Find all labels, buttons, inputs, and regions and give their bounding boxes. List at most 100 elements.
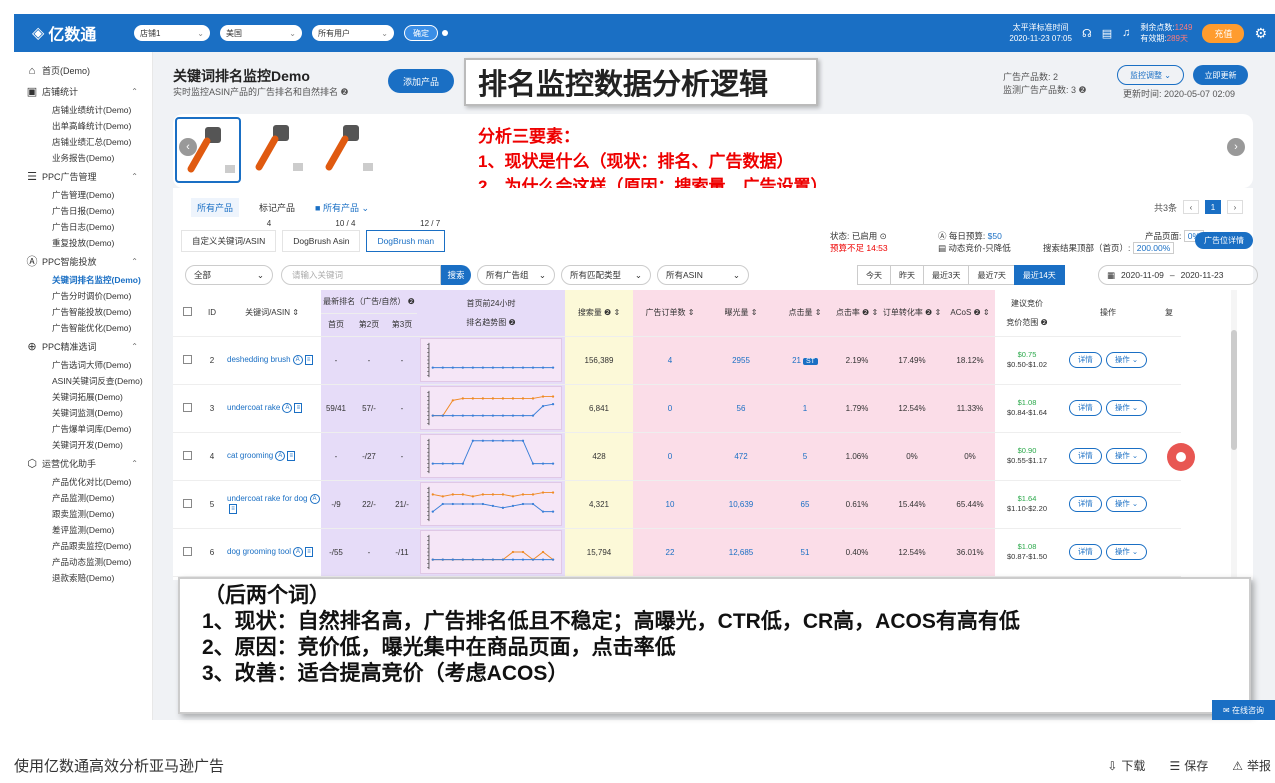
row-checkbox[interactable] — [182, 546, 192, 556]
sidebar-item[interactable]: 广告选词大师(Demo) — [14, 357, 152, 373]
keyword-link[interactable]: undercoat rake for dog — [227, 494, 308, 503]
ai-icon[interactable]: A — [293, 547, 304, 557]
tab-all-products[interactable]: 所有产品 — [191, 198, 240, 217]
sidebar-item[interactable]: 产品优化对比(Demo) — [14, 474, 152, 490]
detail-button[interactable]: 详情 — [1068, 544, 1102, 560]
sidebar-item[interactable]: 产品监测(Demo) — [14, 490, 152, 506]
country-select[interactable]: 美国 ⌄ — [220, 25, 302, 41]
table-row[interactable]: 4 cat grooming A ≡ - -/27-428 0 472 5 1.06% 0% 0% $0… — [173, 432, 1181, 481]
keyword-link[interactable]: undercoat rake — [227, 403, 280, 412]
sidebar-item[interactable]: 关键词开发(Demo) — [14, 437, 152, 453]
tab-marked-products[interactable]: 标记产品 — [259, 201, 295, 214]
row-checkbox[interactable] — [182, 354, 192, 364]
sidebar-group[interactable]: ⊕ PPC精准选词 ⌃ — [14, 336, 152, 357]
operation-button[interactable]: 操作 ⌄ — [1105, 544, 1148, 560]
placement-detail-button[interactable]: 广告位详情 — [1195, 232, 1253, 249]
match-type-select[interactable]: 所有匹配类型 ⌄ — [561, 265, 651, 285]
sidebar-item[interactable]: 跟卖监测(Demo) — [14, 506, 152, 522]
select-all-checkbox[interactable] — [182, 307, 192, 317]
save-button[interactable]: ☰ 保存 — [1169, 757, 1208, 774]
sidebar-item[interactable]: 产品动态监测(Demo) — [14, 554, 152, 570]
report-button[interactable]: ⚠ 举报 — [1232, 757, 1271, 774]
product-thumbnail[interactable] — [315, 117, 381, 183]
ai-icon[interactable]: A — [275, 451, 286, 461]
bell-icon[interactable]: ♫ — [1122, 27, 1130, 39]
keyword-link[interactable]: dog grooming tool — [227, 547, 291, 556]
gear-icon[interactable]: ⚙ — [1254, 25, 1267, 42]
sidebar-item[interactable]: 广告管理(Demo) — [14, 187, 152, 203]
sidebar-item[interactable]: ASIN关键词反查(Demo) — [14, 373, 152, 389]
ad-group-select[interactable]: 所有广告组 ⌄ — [477, 265, 555, 285]
keyword-tab[interactable]: 4 自定义关键词/ASIN — [181, 219, 277, 252]
sidebar-item[interactable]: 广告智能投放(Demo) — [14, 304, 152, 320]
sidebar-item[interactable]: 重复投放(Demo) — [14, 235, 152, 251]
operation-button[interactable]: 操作 ⌄ — [1105, 496, 1148, 512]
sidebar-item[interactable]: 广告智能优化(Demo) — [14, 320, 152, 336]
prev-page-button[interactable]: ‹ — [1183, 200, 1199, 214]
operation-button[interactable]: 操作 ⌄ — [1105, 400, 1148, 416]
table-row[interactable]: 5 undercoat rake for dog A≡ -/9 22/- 21/- 4,32… — [173, 480, 1181, 529]
table-row[interactable]: 2 deshedding brush A ≡ - - -156,389 4 2955 21 ST 2.… — [173, 336, 1181, 385]
asin-select[interactable]: 所有ASIN ⌄ — [657, 265, 749, 285]
add-product-button[interactable]: 添加产品 — [388, 69, 454, 93]
sidebar-item[interactable]: 差评监测(Demo) — [14, 522, 152, 538]
sidebar-item[interactable]: 出单高峰统计(Demo) — [14, 118, 152, 134]
update-now-button[interactable]: 立即更新 — [1193, 65, 1248, 85]
ai-icon[interactable]: A — [282, 403, 293, 413]
keyword-link[interactable]: cat grooming — [227, 451, 273, 460]
detail-button[interactable]: 详情 — [1068, 496, 1102, 512]
table-scrollbar[interactable] — [1231, 290, 1237, 580]
keyword-link[interactable]: deshedding brush — [227, 355, 291, 364]
product-thumbnail[interactable] — [245, 117, 311, 183]
sidebar-group[interactable]: ⬡ 运营优化助手 ⌃ — [14, 453, 152, 474]
ai-icon[interactable]: A — [309, 494, 320, 504]
sidebar-item[interactable]: 关键词拓展(Demo) — [14, 389, 152, 405]
table-row[interactable]: 3 undercoat rake A ≡ 59/41 57/- -6,841 0 56 1 1.79… — [173, 384, 1181, 433]
document-icon[interactable]: ≡ — [229, 504, 237, 514]
sidebar-item[interactable]: 广告爆单词库(Demo) — [14, 421, 152, 437]
sidebar-item[interactable]: 广告日志(Demo) — [14, 219, 152, 235]
date-quick-button[interactable]: 昨天 — [890, 265, 924, 285]
monitor-adjust-button[interactable]: 监控调整 ⌄ — [1117, 65, 1184, 85]
sidebar-item[interactable]: 广告分时调价(Demo) — [14, 288, 152, 304]
sidebar-item[interactable]: 退款索赔(Demo) — [14, 570, 152, 586]
sidebar-item[interactable]: 关键词排名监控(Demo) — [14, 272, 152, 288]
online-consult-button[interactable]: ✉ 在线咨询 — [1212, 700, 1275, 720]
product-filter-select[interactable]: ■ 所有产品 ⌄ — [315, 201, 369, 214]
ai-icon[interactable]: A — [292, 355, 303, 365]
date-quick-button[interactable]: 今天 — [857, 265, 891, 285]
sidebar-item[interactable]: 关键词监测(Demo) — [14, 405, 152, 421]
next-page-button[interactable]: › — [1227, 200, 1243, 214]
document-icon[interactable]: ≡ — [287, 451, 296, 461]
sidebar-group[interactable]: Ⓐ PPC智能投放 ⌃ — [14, 251, 152, 272]
sidebar-home[interactable]: ⌂ 首页(Demo) — [14, 60, 152, 81]
row-checkbox[interactable] — [182, 402, 192, 412]
date-quick-button[interactable]: 最近14天 — [1013, 265, 1065, 285]
detail-button[interactable]: 详情 — [1068, 400, 1102, 416]
shop-select[interactable]: 店铺1 ⌄ — [134, 25, 210, 41]
document-icon[interactable]: ≡ — [294, 403, 303, 413]
confirm-button[interactable]: 确定 — [404, 25, 438, 41]
sidebar-item[interactable]: 业务报告(Demo) — [14, 150, 152, 166]
sidebar-item[interactable]: 店铺业绩统计(Demo) — [14, 102, 152, 118]
user-select[interactable]: 所有用户 ⌄ — [312, 25, 394, 41]
document-icon[interactable]: ≡ — [305, 547, 314, 557]
keyword-tab[interactable]: 10 / 4 DogBrush Asin — [282, 219, 361, 252]
document-icon[interactable]: ▤ — [1102, 27, 1112, 40]
state-select[interactable]: 全部 ⌄ — [185, 265, 273, 285]
search-button[interactable]: 搜索 — [441, 265, 471, 285]
detail-button[interactable]: 详情 — [1068, 352, 1102, 368]
row-checkbox[interactable] — [182, 450, 192, 460]
sidebar-group[interactable]: ☰ PPC广告管理 ⌃ — [14, 166, 152, 187]
detail-button[interactable]: 详情 — [1068, 448, 1102, 464]
sidebar-group[interactable]: ▣ 店铺统计 ⌃ — [14, 81, 152, 102]
date-quick-button[interactable]: 最近3天 — [923, 265, 970, 285]
operation-button[interactable]: 操作 ⌄ — [1105, 352, 1148, 368]
download-button[interactable]: ⇩ 下载 — [1107, 757, 1145, 774]
headset-icon[interactable]: ☊ — [1082, 27, 1092, 40]
logo[interactable]: ◈ 亿数通 — [14, 21, 134, 45]
product-thumbnail[interactable] — [175, 117, 241, 183]
date-range-picker[interactable]: ▦ 2020-11-09–2020-11-23 — [1098, 265, 1258, 285]
row-checkbox[interactable] — [182, 498, 192, 508]
table-row[interactable]: 6 dog grooming tool A ≡ -/55- -/11 15,794 22 12,… — [173, 528, 1181, 577]
